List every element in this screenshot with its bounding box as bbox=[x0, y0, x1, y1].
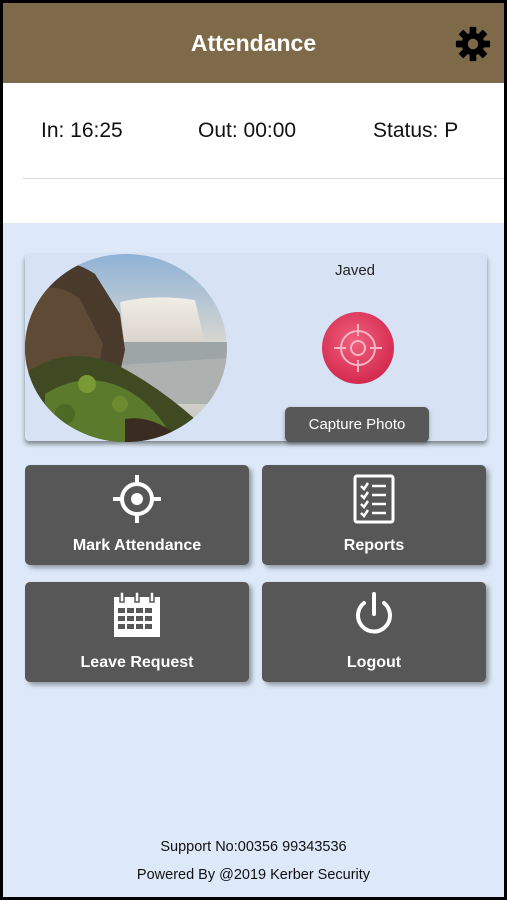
support-number: Support No:00356 99343536 bbox=[160, 839, 347, 855]
profile-card: Javed Capture Photo bbox=[25, 254, 487, 442]
tile-label: Logout bbox=[346, 654, 402, 671]
crosshair-icon[interactable] bbox=[320, 310, 396, 386]
calendar-icon bbox=[111, 590, 163, 645]
check-out-time: Out: 00:00 bbox=[198, 119, 297, 142]
checklist-icon bbox=[352, 473, 396, 530]
power-icon bbox=[349, 590, 399, 645]
profile-photo bbox=[25, 254, 227, 442]
powered-by: Powered By @2019 Kerber Security bbox=[136, 867, 371, 883]
tile-label: Leave Request bbox=[80, 654, 194, 671]
tile-label: Mark Attendance bbox=[72, 537, 202, 554]
status-panel: In: 16:25 Out: 00:00 Status: P bbox=[3, 83, 504, 223]
app-screen: Attendance In: 16:25 Out: 00:00 Status: … bbox=[3, 3, 504, 897]
leave-request-button[interactable]: Leave Request bbox=[25, 582, 249, 682]
tile-label: Reports bbox=[343, 537, 405, 554]
crosshair-icon bbox=[111, 473, 163, 530]
divider bbox=[23, 178, 504, 179]
attendance-status: Status: P bbox=[373, 119, 459, 142]
logout-button[interactable]: Logout bbox=[262, 582, 486, 682]
reports-button[interactable]: Reports bbox=[262, 465, 486, 565]
check-in-time: In: 16:25 bbox=[41, 119, 123, 142]
mark-attendance-button[interactable]: Mark Attendance bbox=[25, 465, 249, 565]
page-title: Attendance bbox=[190, 29, 317, 56]
app-header: Attendance bbox=[3, 3, 504, 83]
user-name: Javed bbox=[335, 262, 376, 279]
gear-icon[interactable] bbox=[454, 25, 492, 63]
capture-photo-button[interactable]: Capture Photo bbox=[285, 407, 429, 442]
